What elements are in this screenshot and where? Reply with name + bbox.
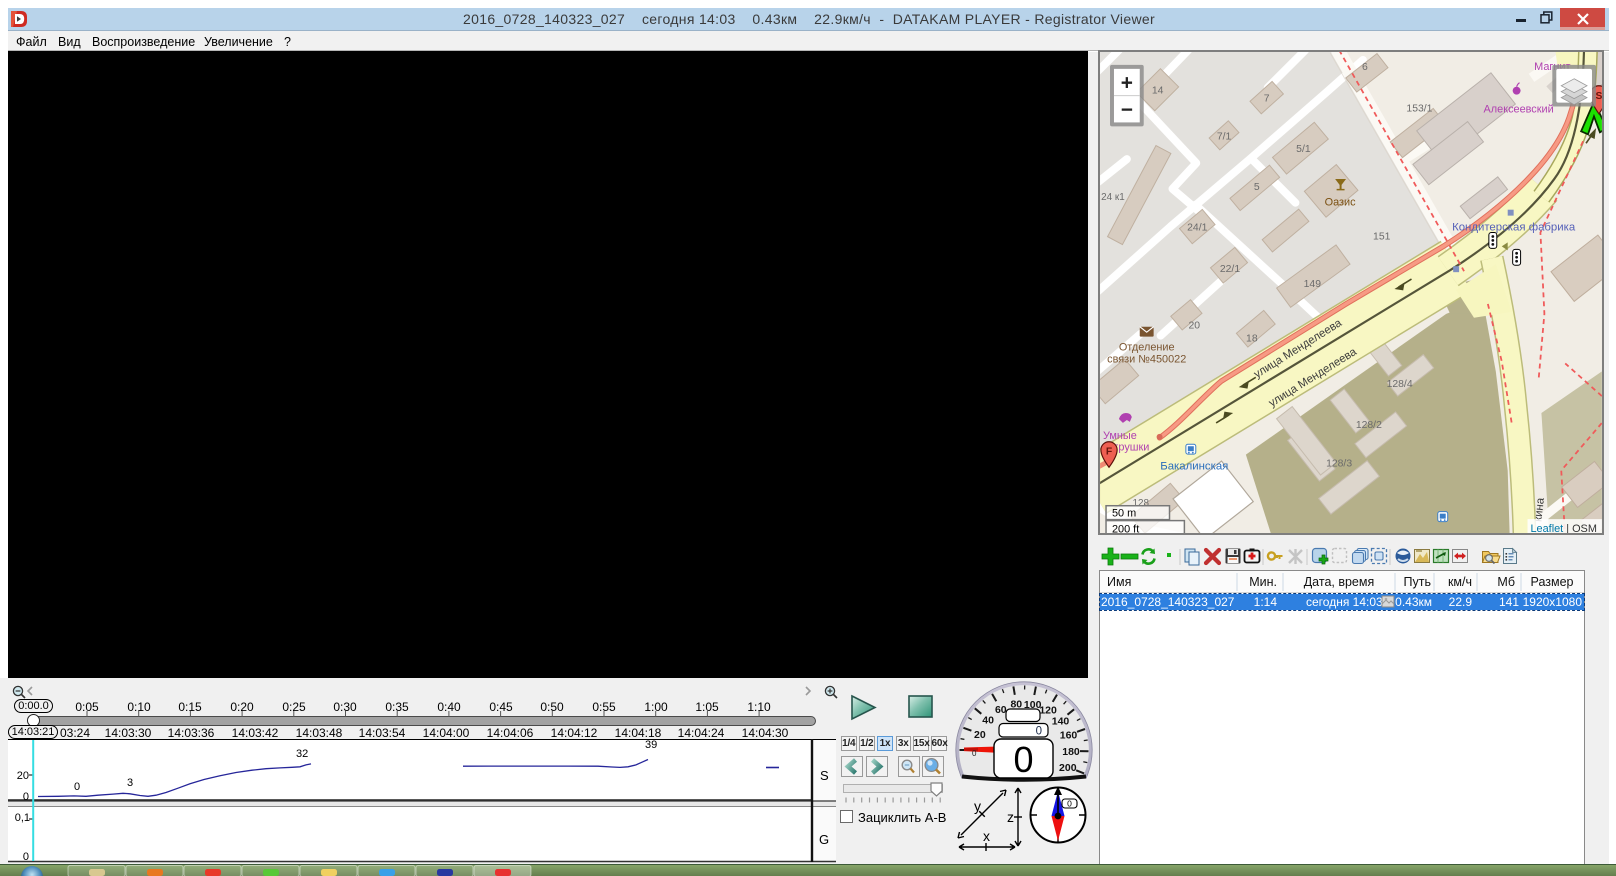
svg-text:40: 40 xyxy=(982,715,994,727)
svg-text:S: S xyxy=(1595,91,1602,102)
svg-text:140: 140 xyxy=(1052,715,1070,727)
svg-text:S: S xyxy=(820,768,829,783)
svg-text:7/1: 7/1 xyxy=(1217,131,1232,142)
svg-text:24/1: 24/1 xyxy=(1187,223,1207,234)
svg-text:7: 7 xyxy=(1264,94,1270,105)
svg-text:180: 180 xyxy=(1062,746,1080,758)
svg-text:кина: кина xyxy=(1532,497,1547,523)
svg-text:Кондитерская фабрика: Кондитерская фабрика xyxy=(1452,222,1576,234)
svg-text:Бакалинская: Бакалинская xyxy=(1160,461,1228,473)
svg-text:−: − xyxy=(1121,98,1133,121)
svg-text:0: 0 xyxy=(23,851,29,863)
svg-text:149: 149 xyxy=(1304,279,1322,290)
svg-text:200: 200 xyxy=(1059,762,1077,774)
svg-text:Leaflet | OSM: Leaflet | OSM xyxy=(1531,523,1597,535)
svg-text:160: 160 xyxy=(1060,730,1078,742)
svg-text:60: 60 xyxy=(995,704,1007,716)
svg-text:5/1: 5/1 xyxy=(1296,144,1311,155)
svg-text:151: 151 xyxy=(1373,231,1391,242)
svg-text:20: 20 xyxy=(974,729,986,741)
svg-text:0: 0 xyxy=(1036,726,1042,738)
svg-text:200 ft: 200 ft xyxy=(1112,524,1139,535)
svg-text:x: x xyxy=(983,828,990,844)
svg-text:50 m: 50 m xyxy=(1112,508,1136,520)
svg-text:0: 0 xyxy=(1013,739,1033,780)
svg-text:32: 32 xyxy=(296,748,308,760)
svg-text:128/4: 128/4 xyxy=(1387,379,1413,390)
svg-text:0: 0 xyxy=(23,791,29,803)
svg-text:5: 5 xyxy=(1254,182,1260,193)
svg-text:0: 0 xyxy=(74,781,80,793)
svg-text:20: 20 xyxy=(1189,321,1201,332)
svg-text:39: 39 xyxy=(645,739,657,751)
svg-text:18: 18 xyxy=(1246,334,1258,345)
svg-text:связи №450022: связи №450022 xyxy=(1107,353,1186,365)
svg-text:Алексеевский: Алексеевский xyxy=(1484,103,1554,115)
svg-text:y: y xyxy=(974,798,981,814)
svg-text:20: 20 xyxy=(17,770,29,782)
svg-text:Умные: Умные xyxy=(1103,430,1137,442)
svg-text:z: z xyxy=(1007,809,1014,825)
svg-text:24 к1: 24 к1 xyxy=(1101,192,1125,203)
svg-text:0: 0 xyxy=(972,749,977,758)
svg-text:0,1: 0,1 xyxy=(15,812,30,824)
svg-text:3: 3 xyxy=(127,777,133,789)
svg-text:Отделение: Отделение xyxy=(1119,342,1175,354)
svg-text:F: F xyxy=(1106,447,1112,458)
svg-text:14: 14 xyxy=(1152,86,1164,97)
svg-text:22/1: 22/1 xyxy=(1220,264,1240,275)
svg-text:6: 6 xyxy=(1362,62,1368,73)
svg-text:Оазис: Оазис xyxy=(1325,197,1356,209)
svg-text:+: + xyxy=(1121,72,1133,95)
svg-text:128/3: 128/3 xyxy=(1326,459,1352,470)
svg-text:153/1: 153/1 xyxy=(1406,104,1432,115)
svg-text:0: 0 xyxy=(1067,799,1072,809)
svg-text:128/2: 128/2 xyxy=(1356,420,1382,431)
svg-text:G: G xyxy=(819,832,829,847)
